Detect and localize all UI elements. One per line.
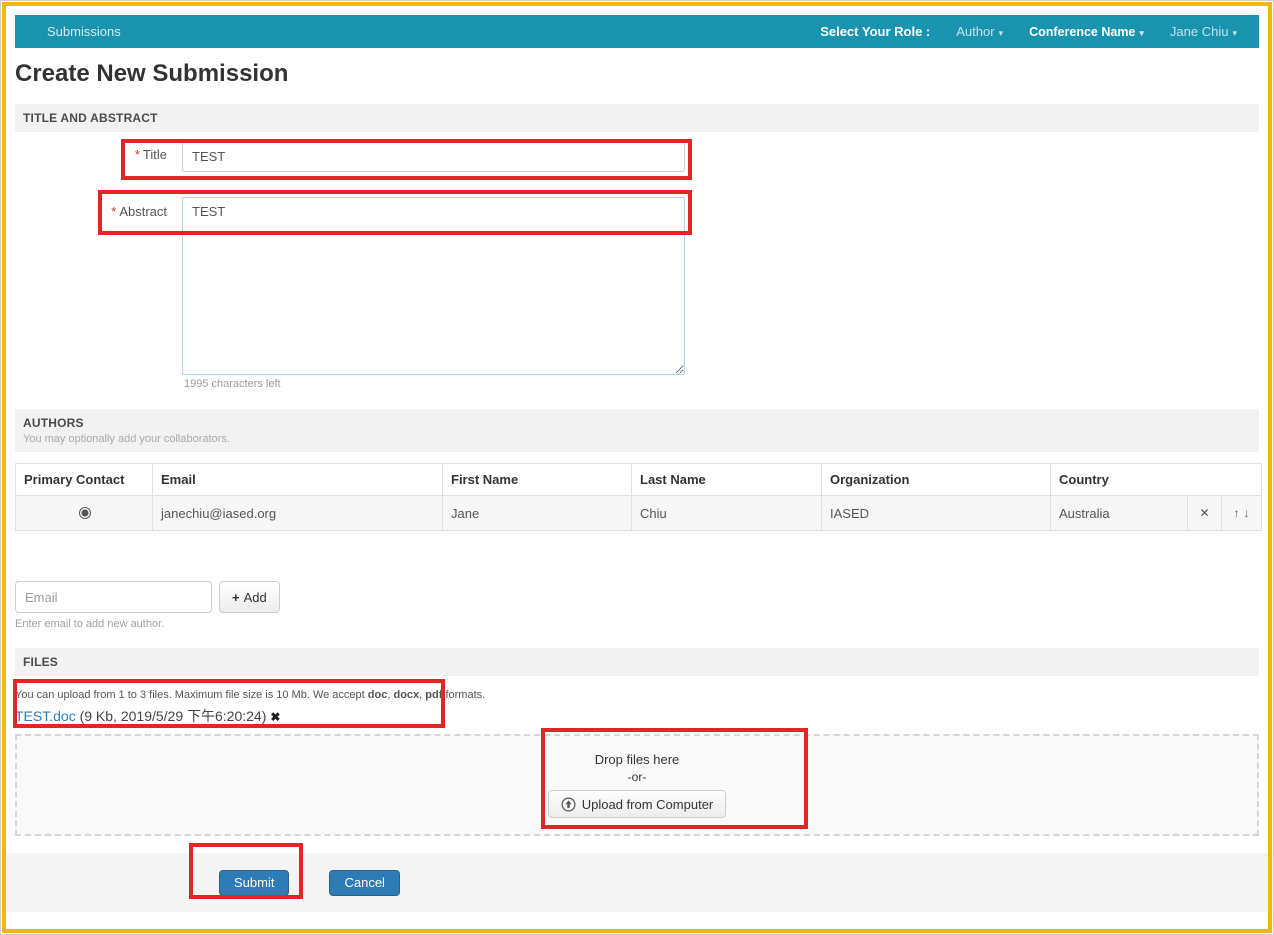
remove-author-icon[interactable]: ✕ [1188,496,1222,531]
dropzone-title: Drop files here [595,752,680,767]
upload-rules-text: You can upload from 1 to 3 files. Maximu… [15,689,1259,702]
reorder-author-cell: ↑↓ [1222,496,1262,531]
chevron-down-icon: ▾ [999,28,1004,38]
plus-icon: + [232,590,240,605]
user-name-label: Jane Chiu [1170,24,1229,39]
authors-table: Primary Contact Email First Name Last Na… [15,463,1262,531]
abstract-label: *Abstract [15,197,182,375]
conference-dropdown-label: Conference Name [1029,25,1135,39]
title-label: *Title [15,140,182,172]
authors-subtitle: You may optionally add your collaborator… [23,433,1251,445]
col-organization: Organization [822,464,1051,496]
col-email: Email [153,464,443,496]
top-navbar: Submissions Select Your Role : Author ▾ C… [15,15,1259,48]
chevron-down-icon: ▾ [1139,28,1144,38]
title-input[interactable] [182,140,685,172]
move-down-icon[interactable]: ↓ [1244,506,1250,520]
uploaded-file-item: TEST.doc (9 Kb, 2019/5/29 下午6:20:24)✖ [15,706,1259,724]
new-author-email-input[interactable] [15,581,212,613]
required-asterisk: * [111,204,116,219]
dropzone-or-text: -or- [628,770,647,784]
author-last-name-cell: Chiu [632,496,822,531]
section-heading: AUTHORS [23,416,1251,430]
move-up-icon[interactable]: ↑ [1234,506,1240,520]
characters-left-counter: 1995 characters left [184,375,1259,392]
submit-button[interactable]: Submit [219,870,289,896]
table-header-row: Primary Contact Email First Name Last Na… [16,464,1262,496]
cancel-button[interactable]: Cancel [329,870,399,896]
upload-icon [561,797,576,812]
section-title-abstract: TITLE AND ABSTRACT [15,104,1259,132]
title-field-row: *Title [15,140,1259,172]
file-meta: (9 Kb, 2019/5/29 下午6:20:24) [76,708,267,724]
conference-dropdown[interactable]: Conference Name ▾ [1029,25,1144,39]
nav-submissions-link[interactable]: Submissions [47,24,121,39]
author-organization-cell: IASED [822,496,1051,531]
section-heading: TITLE AND ABSTRACT [23,111,1251,125]
required-asterisk: * [135,147,140,162]
abstract-textarea[interactable]: TEST [182,197,685,375]
section-files: FILES [15,648,1259,676]
col-country: Country [1051,464,1262,496]
author-email-cell: janechiu@iased.org [153,496,443,531]
author-country-cell: Australia [1051,496,1188,531]
author-first-name-cell: Jane [443,496,632,531]
section-heading: FILES [23,655,1251,669]
col-last-name: Last Name [632,464,822,496]
add-author-row: +Add [15,581,1259,613]
page-title: Create New Submission [15,60,1259,88]
file-dropzone[interactable]: Drop files here -or- Upload from Compute… [15,734,1259,836]
role-dropdown-label: Author [956,24,994,39]
user-menu-dropdown[interactable]: Jane Chiu▾ [1170,24,1237,39]
col-first-name: First Name [443,464,632,496]
uploaded-file-link[interactable]: TEST.doc [15,708,76,724]
chevron-down-icon: ▾ [1232,28,1237,38]
col-primary-contact: Primary Contact [16,464,153,496]
primary-contact-radio[interactable] [79,507,91,519]
add-author-button[interactable]: +Add [219,581,280,613]
select-role-label: Select Your Role : [820,24,930,39]
section-authors: AUTHORS You may optionally add your coll… [15,409,1259,452]
remove-file-icon[interactable]: ✖ [270,710,280,724]
add-author-helper-text: Enter email to add new author. [15,618,1259,632]
abstract-field-row: *Abstract TEST [15,197,1259,375]
author-table-row: janechiu@iased.org Jane Chiu IASED Austr… [16,496,1262,531]
form-actions-bar: Submit Cancel [2,853,1273,912]
page-frame: Submissions Select Your Role : Author ▾ C… [0,0,1274,935]
upload-from-computer-button[interactable]: Upload from Computer [548,790,727,818]
role-dropdown[interactable]: Author ▾ [956,24,1003,39]
